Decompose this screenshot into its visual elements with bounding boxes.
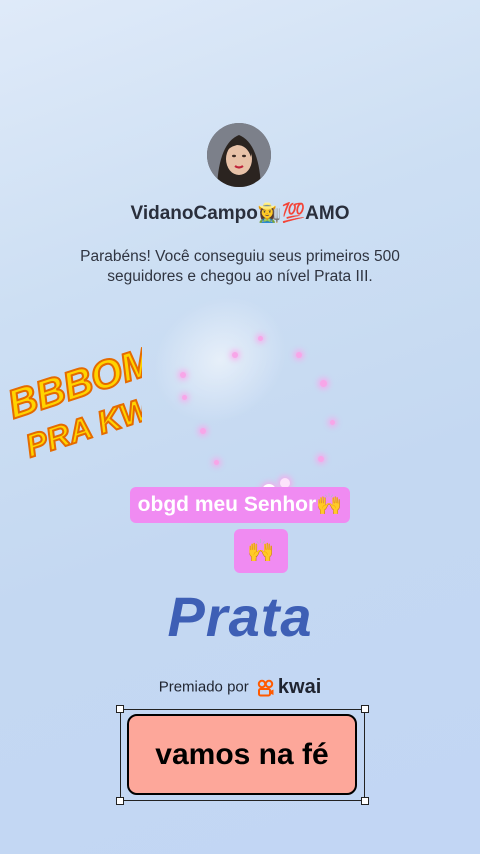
sparkle (214, 460, 219, 465)
sparkle (330, 420, 335, 425)
resize-handle-top-left[interactable] (116, 705, 124, 713)
profile-username: VidanoCampo👩‍🌾💯AMO (130, 203, 350, 224)
avatar (207, 123, 271, 187)
kwai-icon (257, 679, 274, 696)
sparkle (232, 352, 238, 358)
sparkle (200, 428, 206, 434)
bbbom-pra-kwai-sticker[interactable]: BBBOM PRA KWAI (2, 330, 142, 480)
sponsor-prefix: Premiado por (158, 678, 249, 696)
resize-handle-top-right[interactable] (361, 705, 369, 713)
tier-name: Prata (167, 585, 313, 648)
sparkle (182, 395, 187, 400)
avatar-photo (207, 123, 271, 187)
sparkle (320, 380, 327, 387)
caption-line-1: obgd meu Senhor🙌 (129, 487, 351, 523)
sparkle (258, 336, 263, 341)
resize-handle-bottom-left[interactable] (116, 797, 124, 805)
sparkle (180, 372, 186, 378)
kwai-wordmark: kwai (277, 676, 322, 698)
milestone-message: Parabéns! Você conseguiu seus primeiros … (80, 248, 400, 285)
caption-box[interactable]: obgd meu Senhor🙌 (0, 487, 480, 523)
light-glow (128, 270, 312, 450)
sparkle (318, 456, 324, 462)
caption-line-2: 🙌 (234, 529, 288, 573)
kwai-logo: kwai (257, 676, 321, 699)
resize-handle-bottom-right[interactable] (361, 797, 369, 805)
text-overlay-label[interactable]: vamos na fé (127, 714, 357, 795)
sparkle (296, 352, 302, 358)
sponsor-line: Premiado por kwai (0, 676, 480, 699)
